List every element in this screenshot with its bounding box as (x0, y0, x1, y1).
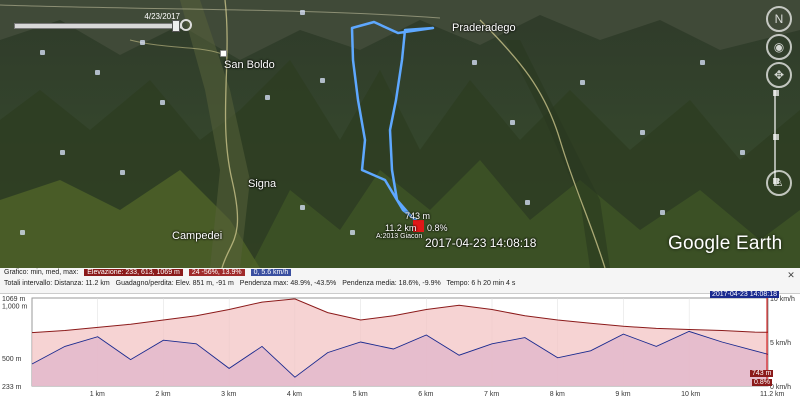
clock-icon[interactable] (180, 19, 192, 31)
y-left-tick-label: 1,000 m (2, 303, 27, 310)
place-signa[interactable]: Signa (248, 178, 276, 190)
x-tick-label: 2 km (155, 391, 170, 398)
x-tick-label: 11.2 km (760, 391, 785, 398)
end-grade-tag: 0.8% (752, 379, 772, 386)
zoom-in-icon[interactable] (773, 90, 779, 96)
track-distance-label: 11.2 km (385, 223, 417, 233)
time-slider-handle[interactable] (172, 20, 180, 32)
x-tick-label: 4 km (287, 391, 302, 398)
end-elevation-tag: 743 m (750, 370, 774, 377)
y-right-tick-label: 5 km/h (770, 340, 791, 347)
speed-stats-chip[interactable]: 0, 5.6 km/h (250, 269, 292, 276)
gain-loss-label: Guadagno/perdita: Elev. 851 m, -91 m (115, 280, 234, 287)
track-elevation-label: 743 m (405, 211, 431, 221)
place-campedei[interactable]: Campedei (172, 230, 222, 242)
y-left-tick-label: 1069 m (2, 296, 26, 303)
elevation-stats-chip[interactable]: Elevazione: 233, 613, 1069 m (84, 269, 183, 276)
profile-header: Grafico: min, med, max: Elevazione: 233,… (0, 268, 800, 294)
street-view-icon[interactable]: ♙ (766, 170, 792, 196)
map-viewport[interactable]: Praderadego San Boldo Signa Campedei 743… (0, 0, 800, 268)
close-icon[interactable]: ✕ (786, 270, 796, 280)
max-slope-label: Pendenza max: 48.9%, -43.5% (239, 280, 337, 287)
north-arrow-icon[interactable]: N (766, 6, 792, 32)
range-totals-label: Totali intervallo: Distanza: 11.2 km (4, 280, 110, 287)
current-value-tag: 2017-04-23 14:08:18 (710, 291, 779, 298)
zoom-handle[interactable] (773, 134, 779, 140)
time-slider[interactable]: 4/23/2017 (10, 12, 192, 42)
x-tick-label: 1 km (90, 391, 105, 398)
look-icon[interactable]: ◉ (766, 34, 792, 60)
avg-slope-label: Pendenza media: 18.6%, -9.9% (342, 280, 441, 287)
navigation-controls: N ◉ ✥ ♙ (760, 6, 796, 196)
track-grade-label: 0.8% (427, 223, 448, 233)
profile-graph-label: Grafico: min, med, max: (4, 269, 79, 276)
move-icon[interactable]: ✥ (766, 62, 792, 88)
x-tick-label: 8 km (550, 391, 565, 398)
y-left-tick-label: 500 m (2, 356, 22, 363)
google-earth-logo: Google Earth (668, 233, 783, 254)
elevation-profile-panel: Grafico: min, med, max: Elevazione: 233,… (0, 268, 800, 401)
grade-stats-chip[interactable]: 24 -56%, 13.9% (188, 269, 245, 276)
track-position-label: A:2013 Giacon (376, 233, 423, 240)
time-label: Tempo: 6 h 20 min 4 s (446, 280, 516, 287)
current-timestamp: 2017-04-23 14:08:18 (425, 236, 537, 250)
x-tick-label: 10 km (681, 391, 700, 398)
y-left-tick-label: 233 m (2, 384, 22, 391)
x-tick-label: 9 km (615, 391, 630, 398)
place-san-boldo[interactable]: San Boldo (224, 59, 275, 71)
time-slider-track[interactable] (14, 23, 182, 29)
place-praderadego[interactable]: Praderadego (452, 22, 516, 34)
san-boldo-pin-icon[interactable] (220, 50, 227, 57)
y-right-tick-label: 0 km/h (770, 384, 791, 391)
x-tick-label: 3 km (221, 391, 236, 398)
x-tick-label: 7 km (484, 391, 499, 398)
elevation-chart[interactable]: 1069 m1,000 m500 m233 m10 km/h5 km/h0 km… (0, 294, 800, 401)
x-tick-label: 6 km (418, 391, 433, 398)
x-tick-label: 5 km (353, 391, 368, 398)
